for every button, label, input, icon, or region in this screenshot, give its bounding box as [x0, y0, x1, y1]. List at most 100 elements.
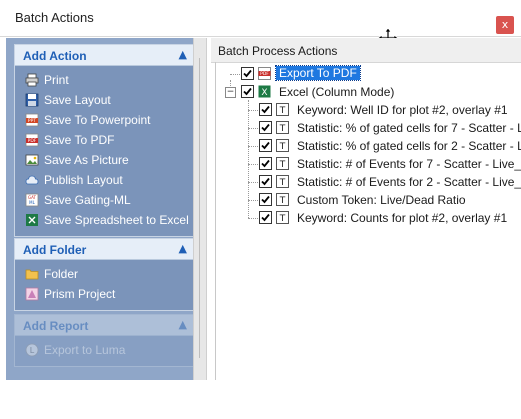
sidebar-item-save-spreadsheet-to-excel[interactable]: Save Spreadsheet to Excel — [15, 210, 193, 230]
close-button[interactable]: x — [496, 16, 514, 34]
svg-text:PPT: PPT — [28, 118, 36, 124]
sidebar-item-export-to-luma[interactable]: L Export to Luma — [15, 340, 193, 360]
sidebar-item-save-as-picture[interactable]: Save As Picture — [15, 150, 193, 170]
checkbox[interactable] — [259, 157, 272, 170]
svg-text:T: T — [279, 178, 286, 188]
collapse-chevron-icon[interactable]: ▲ — [179, 318, 187, 331]
checkbox[interactable] — [259, 121, 272, 134]
check-icon — [243, 87, 252, 96]
sidebar-item-label: Publish Layout — [44, 173, 123, 187]
checkbox[interactable] — [259, 175, 272, 188]
check-icon — [261, 213, 270, 222]
checkbox[interactable] — [241, 85, 254, 98]
splitter-grip — [199, 58, 200, 358]
svg-text:T: T — [279, 214, 286, 224]
sidebar-item-save-to-pdf[interactable]: PDF Save To PDF — [15, 130, 193, 150]
checkbox[interactable] — [259, 211, 272, 224]
sidebar-item-label: Export to Luma — [44, 343, 126, 357]
add-folder-header[interactable]: Add Folder ▲ — [15, 239, 193, 260]
checkbox[interactable] — [259, 103, 272, 116]
add-report-header[interactable]: Add Report ▲ — [15, 315, 193, 336]
tree-item-label: Statistic: % of gated cells for 7 - Scat… — [297, 121, 521, 135]
title-bar: Batch Actions x — [0, 0, 521, 37]
sidebar-item-save-layout[interactable]: Save Layout — [15, 90, 193, 110]
sidebar-item-label: Print — [44, 73, 69, 87]
tree-row-token[interactable]: T Custom Token: Live/Dead Ratio — [211, 191, 521, 209]
text-token-icon: T — [276, 175, 289, 188]
add-action-title: Add Action — [23, 49, 87, 63]
tree-row-excel[interactable]: − X Excel (Column Mode) — [211, 83, 521, 101]
window-title: Batch Actions — [15, 10, 94, 25]
tree-item-label: Statistic: # of Events for 7 - Scatter -… — [297, 157, 521, 171]
add-folder-group: Add Folder ▲ Folder Prism Project — [14, 238, 193, 311]
svg-text:X: X — [261, 88, 267, 98]
tree-row-token[interactable]: T Statistic: % of gated cells for 7 - Sc… — [211, 119, 521, 137]
tree-item-label: Keyword: Counts for plot #2, overlay #1 — [297, 211, 508, 225]
sidebar-item-label: Folder — [44, 267, 79, 281]
panel-header: Batch Process Actions — [211, 38, 521, 63]
check-icon — [261, 195, 270, 204]
collapse-chevron-icon[interactable]: ▲ — [179, 242, 187, 255]
collapse-chevron-icon[interactable]: ▲ — [179, 48, 187, 61]
text-token-icon: T — [276, 157, 289, 170]
tree-row-token[interactable]: T Statistic: # of Events for 7 - Scatter… — [211, 155, 521, 173]
svg-text:T: T — [279, 106, 286, 116]
add-action-header[interactable]: Add Action ▲ — [15, 45, 193, 66]
svg-text:T: T — [279, 196, 286, 206]
tree-item-label: Statistic: % of gated cells for 2 - Scat… — [297, 139, 521, 153]
checkbox[interactable] — [259, 193, 272, 206]
tree-row-export-pdf[interactable]: PDF Export To PDF — [211, 65, 521, 83]
excel-icon: X — [258, 85, 271, 98]
sidebar-item-save-gating-ml[interactable]: GAT ML Save Gating-ML — [15, 190, 193, 210]
tree-row-token[interactable]: T Statistic: # of Events for 2 - Scatter… — [211, 173, 521, 191]
check-icon — [261, 105, 270, 114]
sidebar-item-label: Save As Picture — [44, 153, 129, 167]
check-icon — [243, 69, 252, 78]
add-action-group: Add Action ▲ Print Save Layout PPT Save … — [14, 44, 193, 237]
sidebar-item-print[interactable]: Print — [15, 70, 193, 90]
text-token-icon: T — [276, 211, 289, 224]
sidebar-item-publish-layout[interactable]: Publish Layout — [15, 170, 193, 190]
prism-icon — [25, 287, 39, 301]
collapse-expander-icon[interactable]: − — [225, 87, 236, 98]
sidebar-item-folder[interactable]: Folder — [15, 264, 193, 284]
tree-row-token[interactable]: T Keyword: Well ID for plot #2, overlay … — [211, 101, 521, 119]
sidebar-item-prism-project[interactable]: Prism Project — [15, 284, 193, 304]
excel-icon — [26, 214, 38, 226]
panel-title: Batch Process Actions — [218, 44, 338, 58]
picture-icon — [25, 154, 39, 166]
floppy-icon — [25, 93, 39, 107]
add-report-group: Add Report ▲ L Export to Luma — [14, 314, 193, 367]
tree-item-label: Excel (Column Mode) — [279, 85, 395, 99]
pdf-icon: PDF — [258, 67, 271, 80]
check-icon — [261, 123, 270, 132]
svg-text:T: T — [279, 142, 286, 152]
ppt-icon: PPT — [25, 113, 39, 127]
svg-text:L: L — [30, 346, 35, 355]
svg-text:T: T — [279, 160, 286, 170]
checkbox[interactable] — [241, 67, 254, 80]
batch-process-panel: Batch Process Actions PDF Export To PDF … — [211, 38, 521, 380]
checkbox[interactable] — [259, 139, 272, 152]
luma-icon: L — [25, 343, 39, 357]
tree-row-token[interactable]: T Keyword: Counts for plot #2, overlay #… — [211, 209, 521, 227]
svg-text:PDF: PDF — [260, 71, 269, 77]
gatingml-icon: GATML — [25, 193, 39, 207]
sidebar-item-save-to-powerpoint[interactable]: PPT Save To Powerpoint — [15, 110, 193, 130]
text-token-icon: T — [276, 139, 289, 152]
tree-item-label: Keyword: Well ID for plot #2, overlay #1 — [297, 103, 508, 117]
splitter-handle[interactable] — [193, 38, 207, 380]
sidebar-item-label: Save To Powerpoint — [44, 113, 151, 127]
text-token-icon: T — [276, 121, 289, 134]
add-report-title: Add Report — [23, 319, 89, 333]
publish-icon — [25, 175, 39, 185]
add-folder-title: Add Folder — [23, 243, 87, 257]
svg-text:PDF: PDF — [28, 138, 37, 144]
text-token-icon: T — [276, 103, 289, 116]
text-token-icon: T — [276, 193, 289, 206]
tree-item-label: Statistic: # of Events for 2 - Scatter -… — [297, 175, 521, 189]
tree-row-token[interactable]: T Statistic: % of gated cells for 2 - Sc… — [211, 137, 521, 155]
svg-text:T: T — [279, 124, 286, 134]
tree-item-label: Export To PDF — [275, 65, 361, 81]
sidebar: Add Action ▲ Print Save Layout PPT Save … — [6, 38, 193, 380]
